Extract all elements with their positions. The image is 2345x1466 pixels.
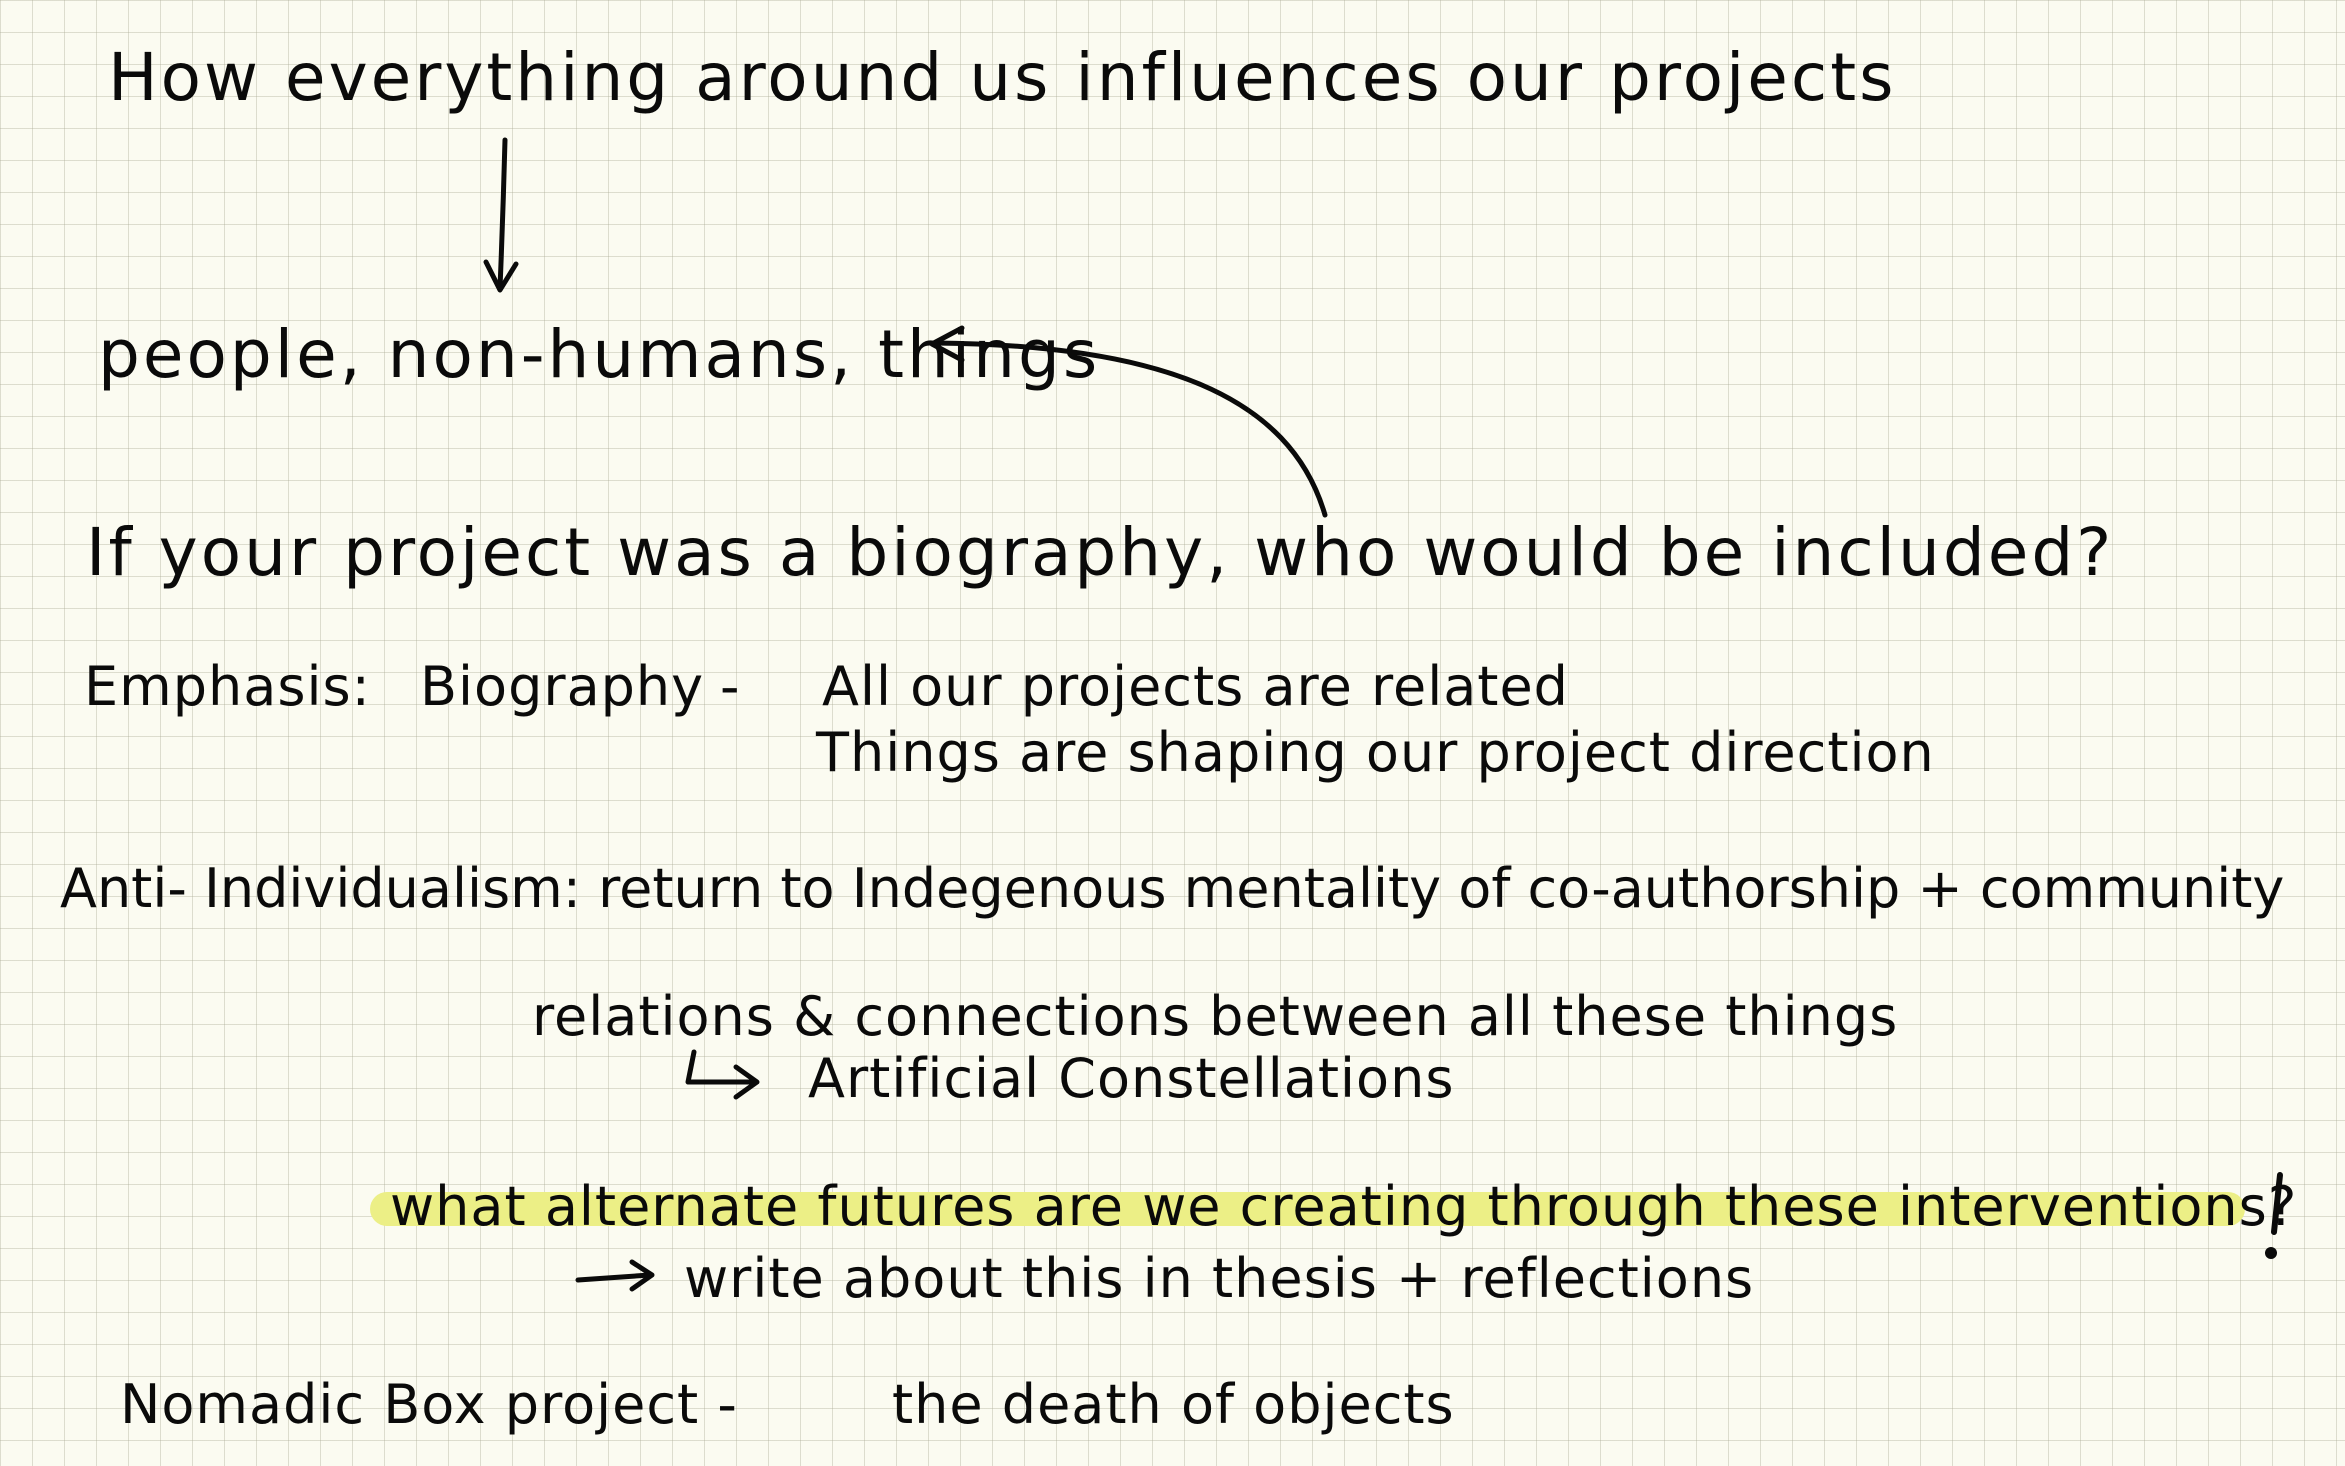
biography-question: If your project was a biography, who wou… xyxy=(86,514,2115,591)
futures-question: what alternate futures are we creating t… xyxy=(390,1175,2298,1238)
constellations-line: Artificial Constellations xyxy=(808,1047,1455,1110)
nomadic-label: Nomadic Box project - xyxy=(120,1373,738,1436)
emphasis-dash: - xyxy=(720,655,741,718)
emphasis-label: Emphasis: xyxy=(84,655,371,718)
note-title: How everything around us influences our … xyxy=(108,39,1897,116)
emphasis-line-2: Things are shaping our project direction xyxy=(816,721,1935,784)
anti-individualism-line: Anti- Individualism: return to Indegenou… xyxy=(60,857,2285,920)
entities-line: people, non-humans, things xyxy=(98,316,1101,393)
write-about-line: write about this in thesis + reflections xyxy=(684,1247,1755,1310)
emphasis-line-1: All our projects are related xyxy=(822,655,1569,718)
nomadic-subtitle: the death of objects xyxy=(892,1373,1455,1436)
emphasis-term: Biography xyxy=(420,655,705,718)
notebook-page: How everything around us influences our … xyxy=(0,0,2345,1466)
down-arrow-icon xyxy=(497,137,508,291)
relations-line: relations & connections between all thes… xyxy=(532,985,1899,1048)
right-arrow-icon xyxy=(575,1272,653,1283)
hook-arrow-icon xyxy=(685,1049,758,1085)
